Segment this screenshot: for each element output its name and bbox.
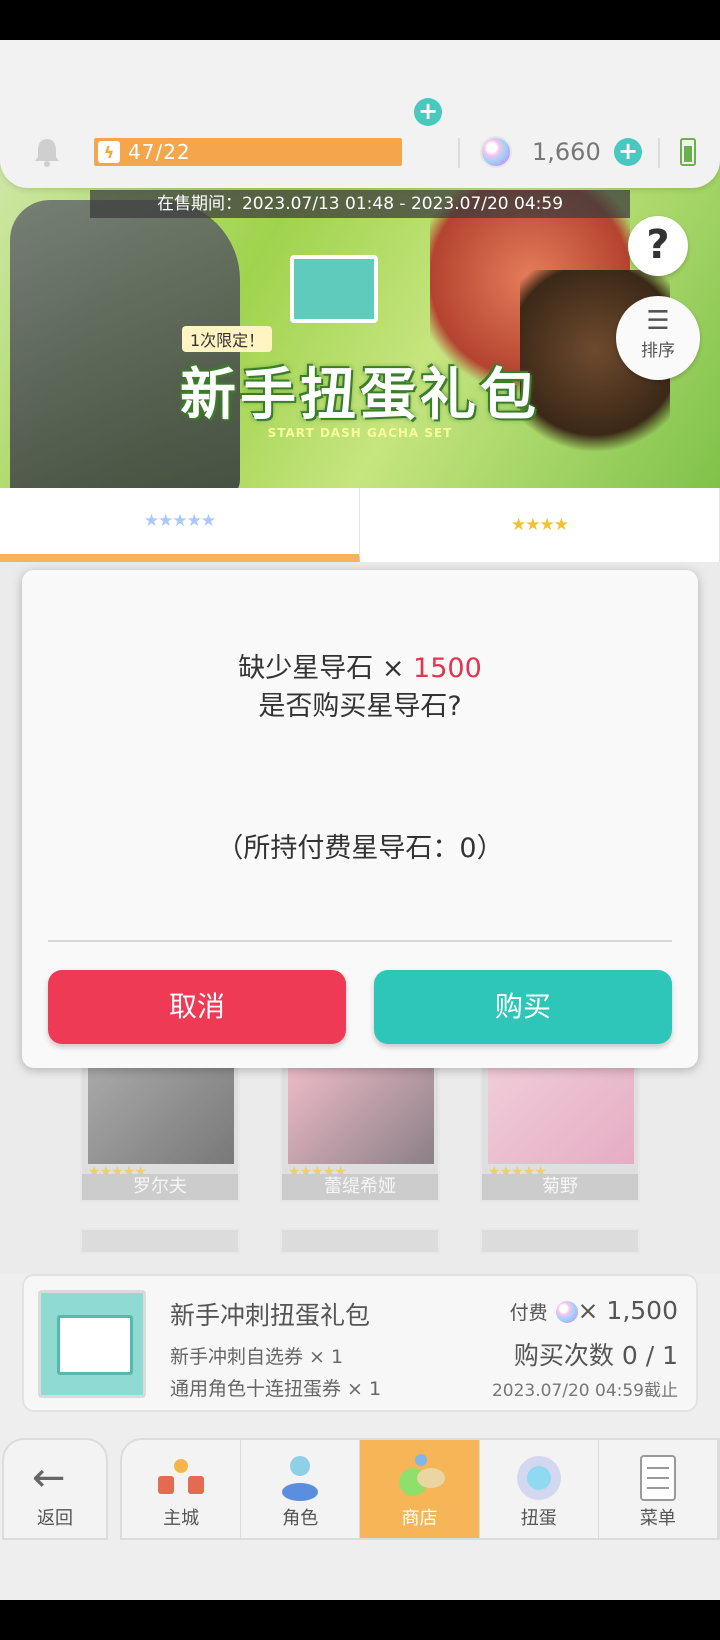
purchase-question: 是否购买星导石?	[258, 691, 462, 722]
nav-label: 菜单	[639, 1508, 676, 1529]
system-status-bar	[0, 0, 720, 40]
banner-subtitle: START DASH GACHA SET	[267, 426, 453, 440]
sort-button[interactable]: ☰ 排序	[616, 296, 700, 380]
divider	[458, 138, 460, 168]
back-label: 返回	[37, 1508, 73, 1529]
paid-label: 付费	[509, 1302, 548, 1324]
banner-title: 新手扭蛋礼包	[180, 363, 540, 428]
purchase-confirm-dialog: 缺少星导石 × 1500 是否购买星导石? （所持付费星导石：0） 取消 购买	[22, 570, 698, 1068]
nav-label: 主城	[163, 1508, 200, 1529]
stamina-bar: ϟ 47/22	[94, 138, 402, 166]
nav-item-menu[interactable]: 菜单	[599, 1440, 719, 1538]
system-navigation-bar	[0, 1600, 720, 1640]
bundle-thumbnail	[38, 1290, 146, 1398]
gem-count: 1,660	[532, 138, 601, 166]
tab-stars: ★★★★	[511, 515, 569, 535]
battery-icon	[680, 138, 696, 166]
nav-item-gacha[interactable]: 扭蛋	[480, 1440, 599, 1538]
back-button[interactable]: ← 返回	[2, 1438, 108, 1540]
purchase-count: 购买次数 0 / 1	[513, 1341, 678, 1370]
bell-icon[interactable]	[32, 136, 62, 168]
star-stone-icon	[555, 1301, 578, 1323]
cancel-button[interactable]: 取消	[48, 970, 346, 1044]
tab-stars: ★★★★★	[143, 511, 216, 531]
bundle-price: 付费 × 1,500	[510, 1296, 678, 1325]
bundle-item: 新手冲刺自选券 × 1	[170, 1346, 344, 1368]
bundle-card[interactable]: 新手冲刺扭蛋礼包 新手冲刺自选券 × 1 通用角色十连扭蛋券 × 1 付费 × …	[22, 1274, 698, 1412]
bundle-item: 通用角色十连扭蛋券 × 1	[170, 1378, 382, 1400]
main-nav: 主城 角色 商店 扭蛋 菜单	[120, 1438, 720, 1540]
buy-button[interactable]: 购买	[374, 970, 672, 1044]
nav-label: 角色	[282, 1508, 319, 1529]
star-stone-icon	[480, 136, 512, 168]
nav-label: 扭蛋	[520, 1508, 557, 1529]
menu-icon	[639, 1455, 676, 1501]
back-arrow-icon: ←	[32, 1455, 66, 1501]
nav-item-character[interactable]: 角色	[241, 1440, 361, 1538]
held-stones-text: （所持付费星导石：0）	[216, 833, 504, 864]
envelope-icon	[57, 1315, 133, 1375]
bundle-name: 新手冲刺扭蛋礼包	[170, 1301, 371, 1330]
nav-item-town[interactable]: 主城	[122, 1440, 242, 1538]
tab-five-star[interactable]: ★★★★★	[0, 488, 360, 562]
character-icon	[282, 1456, 319, 1501]
stamina-text: 47/22	[128, 140, 191, 164]
bundle-deadline: 2023.07/20 04:59截止	[491, 1381, 678, 1401]
town-icon	[158, 1459, 205, 1494]
missing-stones-text: 缺少星导石 × 1500	[22, 646, 698, 685]
help-button[interactable]: ?	[628, 216, 688, 276]
missing-amount: 1500	[413, 653, 482, 684]
sort-icon: ☰	[646, 306, 670, 336]
price-value: × 1,500	[577, 1296, 678, 1325]
dialog-divider	[48, 940, 672, 942]
nav-label: 商店	[401, 1508, 438, 1529]
shop-icon	[398, 1454, 445, 1496]
gift-envelope-icon	[290, 255, 378, 323]
gacha-icon	[516, 1456, 561, 1500]
rarity-tabs: ★★★★★ ★★★★	[0, 488, 720, 562]
bottom-navigation: ← 返回 主城 角色 商店 扭蛋 菜单	[0, 1438, 720, 1540]
missing-prefix: 缺少星导石 ×	[238, 653, 414, 684]
tab-four-star[interactable]: ★★★★	[360, 488, 720, 562]
sale-period: 在售期间：2023.07/13 01:48 - 2023.07/20 04:59	[90, 190, 630, 218]
add-stamina-button[interactable]: +	[414, 98, 442, 126]
divider	[658, 138, 660, 168]
nav-item-shop[interactable]: 商店	[360, 1440, 480, 1538]
add-gems-button[interactable]: +	[614, 138, 642, 166]
sort-label: 排序	[641, 341, 675, 361]
stamina-bolt-icon: ϟ	[98, 141, 120, 163]
top-status-bar: ϟ 47/22 + 1,660 +	[0, 40, 720, 188]
limit-badge: 1次限定！	[182, 326, 273, 352]
